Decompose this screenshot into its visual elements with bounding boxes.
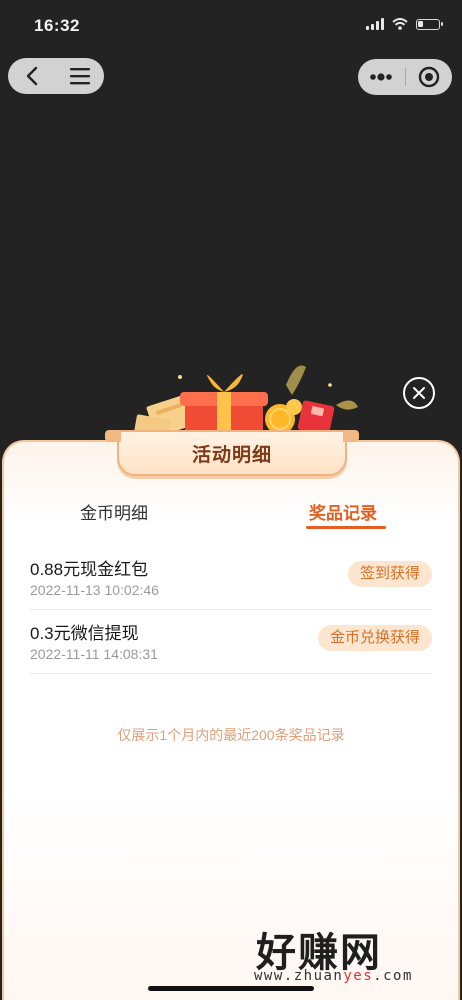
back-button[interactable] <box>8 58 56 94</box>
tab-coin-details[interactable]: 金币明细 <box>80 499 148 524</box>
list-item: 0.3元微信提现 2022-11-11 14:08:31 金币兑换获得 <box>30 609 432 674</box>
activity-detail-panel <box>2 440 460 1000</box>
close-icon <box>413 387 425 399</box>
mini-program-capsule <box>358 59 452 95</box>
hamburger-menu-icon <box>70 68 90 85</box>
record-time: 2022-11-11 14:08:31 <box>30 646 158 662</box>
site-watermark: 好赚网 www.zhuanyes.com <box>252 920 452 990</box>
records-note: 仅展示1个月内的最近200条奖品记录 <box>117 727 345 743</box>
menu-button[interactable] <box>56 58 104 94</box>
chevron-left-icon <box>26 66 38 86</box>
record-time: 2022-11-13 10:02:46 <box>30 582 159 598</box>
wifi-icon <box>392 18 408 30</box>
target-circle-icon <box>418 66 439 88</box>
record-name: 0.88元现金红包 <box>30 560 149 579</box>
status-bar: 16:32 <box>0 0 462 52</box>
more-dots-icon <box>370 73 393 81</box>
modal-close-button[interactable] <box>403 377 435 409</box>
cellular-signal-icon <box>366 18 384 30</box>
watermark-url: www.zhuanyes.com <box>254 968 413 984</box>
record-source-badge: 签到获得 <box>347 561 432 587</box>
nav-controls <box>8 58 104 94</box>
status-time: 16:32 <box>34 16 80 35</box>
home-indicator[interactable] <box>148 986 314 991</box>
status-icons <box>366 18 443 30</box>
battery-icon <box>416 18 443 30</box>
panel-title-banner: 活动明细 <box>105 430 359 476</box>
banner-ribbon-left <box>105 430 121 442</box>
panel-title: 活动明细 <box>191 444 272 466</box>
active-tab-indicator <box>306 526 386 529</box>
list-item: 0.88元现金红包 2022-11-13 10:02:46 签到获得 <box>30 545 432 610</box>
record-source-badge: 金币兑换获得 <box>317 625 432 651</box>
banner-ribbon-right <box>343 430 359 442</box>
tab-prize-records[interactable]: 奖品记录 <box>309 499 377 524</box>
more-button[interactable] <box>358 59 405 95</box>
record-name: 0.3元微信提现 <box>30 624 139 643</box>
close-program-button[interactable] <box>405 59 452 95</box>
